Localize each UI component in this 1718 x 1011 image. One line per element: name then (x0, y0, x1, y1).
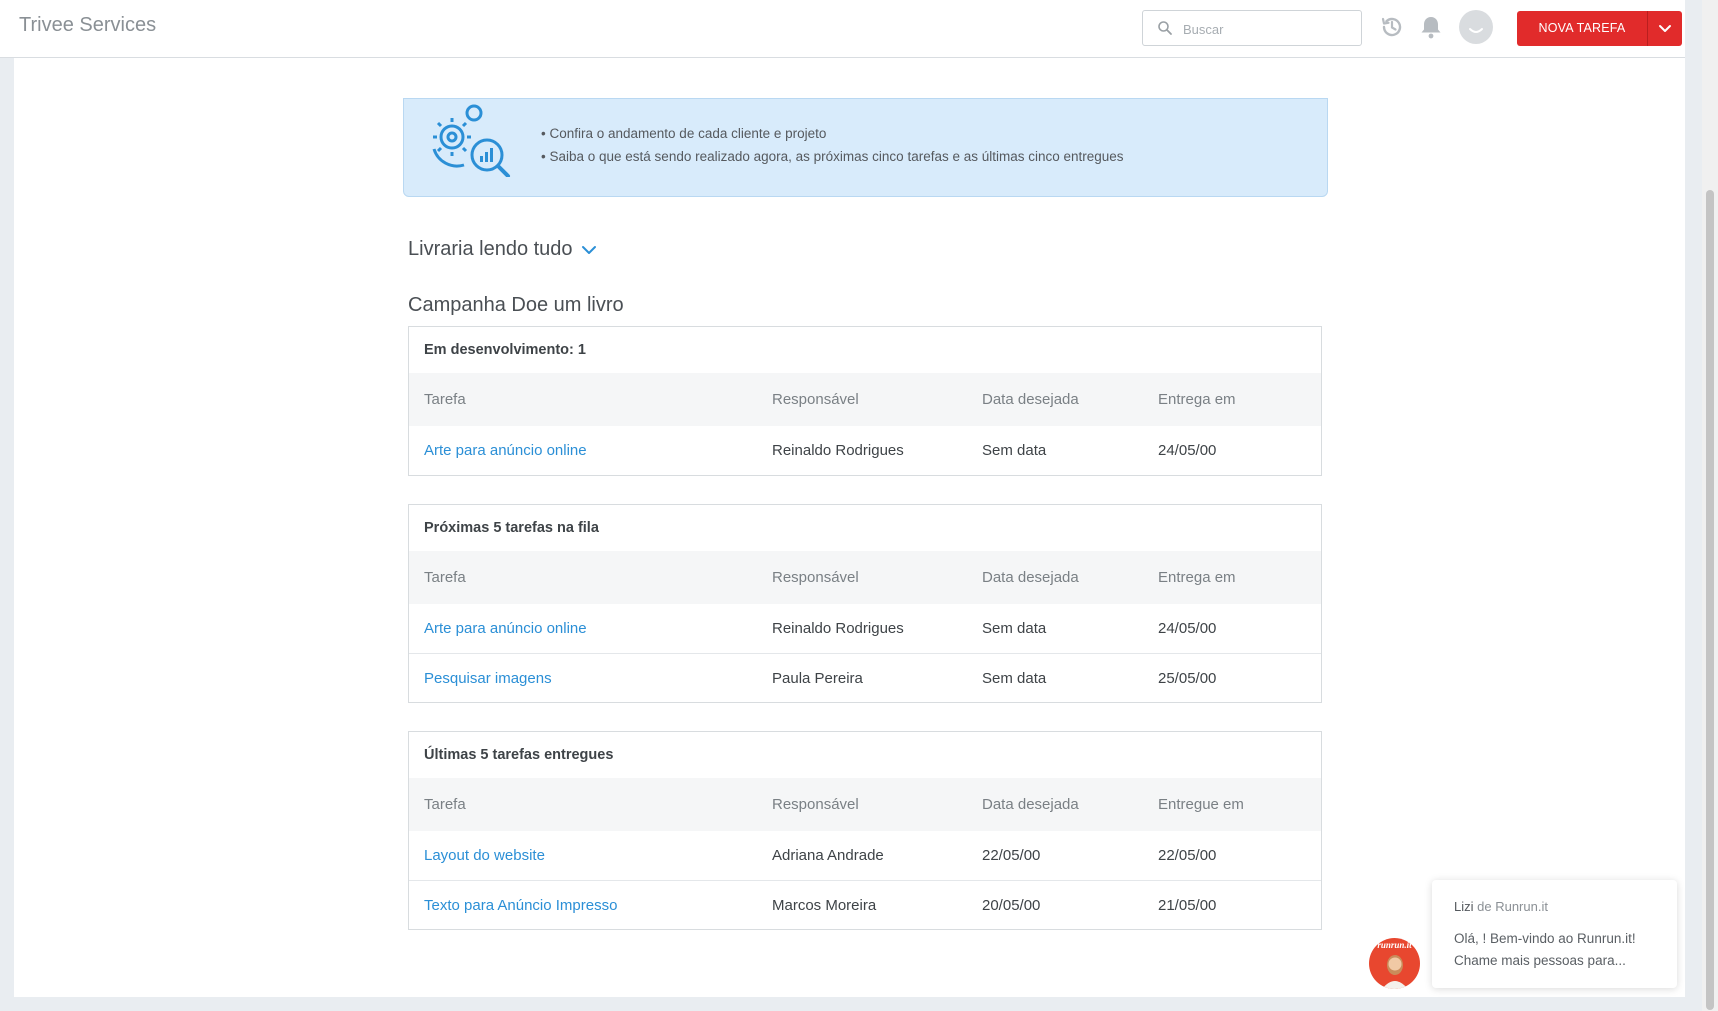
delivered-date: 21/05/00 (1158, 896, 1217, 914)
new-task-dropdown-toggle[interactable] (1648, 11, 1682, 46)
table-row: Arte para anúncio online Reinaldo Rodrig… (409, 426, 1321, 475)
column-header: Data desejada (982, 569, 1079, 586)
column-header: Responsável (772, 391, 859, 408)
chevron-down-icon (581, 245, 596, 254)
column-header: Responsável (772, 796, 859, 813)
gears-analytics-icon (432, 104, 510, 177)
delivery-date: 24/05/00 (1158, 620, 1217, 637)
assignee: Reinaldo Rodrigues (772, 442, 904, 459)
assignee: Marcos Moreira (772, 896, 877, 914)
delivery-date: 24/05/00 (1158, 442, 1217, 459)
chat-sender-line: Lizi de Runrun.it (1454, 899, 1548, 914)
desired-date: Sem data (982, 442, 1047, 459)
bell-icon[interactable] (1417, 13, 1445, 41)
chat-avatar-button[interactable]: runrun.it (1369, 938, 1420, 989)
search-icon (1158, 21, 1172, 35)
table-row: Layout do website Adriana Andrade 22/05/… (409, 831, 1321, 880)
column-header: Tarefa (424, 796, 466, 813)
delivered-date: 22/05/00 (1158, 847, 1217, 864)
history-icon[interactable] (1378, 13, 1406, 41)
user-avatar[interactable] (1459, 10, 1493, 44)
table-row: Texto para Anúncio Impresso Marcos Morei… (409, 880, 1321, 929)
desired-date: Sem data (982, 669, 1047, 687)
top-bar: Trivee Services NOVA TAREFA (0, 0, 1685, 58)
column-header: Data desejada (982, 796, 1079, 813)
task-link[interactable]: Texto para Anúncio Impresso (424, 881, 617, 929)
card-title: Em desenvolvimento: 1 (424, 342, 586, 358)
new-task-button-group: NOVA TAREFA (1517, 11, 1682, 46)
task-link[interactable]: Arte para anúncio online (424, 604, 587, 653)
search-input[interactable] (1183, 19, 1353, 39)
column-header: Entregue em (1158, 796, 1244, 813)
table-header: Tarefa Responsável Data desejada Entregu… (409, 778, 1321, 831)
banner-text-line: • Saiba o que está sendo realizado agora… (541, 149, 1124, 164)
scrollbar-thumb[interactable] (1706, 190, 1714, 1010)
search-box[interactable] (1142, 10, 1362, 46)
assignee: Paula Pereira (772, 669, 863, 687)
chevron-down-icon (1659, 24, 1671, 32)
desired-date: Sem data (982, 620, 1047, 637)
person-avatar-icon (1382, 955, 1408, 989)
app-title: Trivee Services (19, 14, 157, 36)
table-row: Arte para anúncio online Reinaldo Rodrig… (409, 604, 1321, 653)
task-link[interactable]: Layout do website (424, 831, 545, 880)
card-title: Últimas 5 tarefas entregues (424, 747, 614, 763)
chat-message: Olá, ! Bem-vindo ao Runrun.it! Chame mai… (1454, 931, 1636, 968)
chat-sender-suffix: de Runrun.it (1477, 899, 1548, 914)
column-header: Tarefa (424, 391, 466, 408)
next-tasks-card: Próximas 5 tarefas na fila Tarefa Respon… (408, 504, 1322, 703)
column-header: Tarefa (424, 569, 466, 586)
task-link[interactable]: Arte para anúncio online (424, 426, 587, 475)
client-name: Livraria lendo tudo (408, 238, 573, 260)
table-header: Tarefa Responsável Data desejada Entrega… (409, 373, 1321, 426)
desired-date: 20/05/00 (982, 896, 1041, 914)
desired-date: 22/05/00 (982, 847, 1041, 864)
delivery-date: 25/05/00 (1158, 669, 1217, 687)
project-title: Campanha Doe um livro (408, 294, 624, 316)
column-header: Responsável (772, 569, 859, 586)
banner-text-line: • Confira o andamento de cada cliente e … (541, 126, 827, 141)
scrollbar[interactable] (1702, 0, 1718, 1011)
column-header: Entrega em (1158, 569, 1236, 586)
chat-sender: Lizi (1454, 899, 1474, 914)
smile-icon (1469, 28, 1483, 33)
in-progress-card: Em desenvolvimento: 1 Tarefa Responsável… (408, 326, 1322, 476)
client-selector[interactable]: Livraria lendo tudo (408, 238, 597, 261)
assignee: Adriana Andrade (772, 847, 884, 864)
card-title: Próximas 5 tarefas na fila (424, 520, 599, 536)
main-panel: • Confira o andamento de cada cliente e … (14, 58, 1685, 997)
column-header: Data desejada (982, 391, 1079, 408)
table-header: Tarefa Responsável Data desejada Entrega… (409, 551, 1321, 604)
delivered-tasks-card: Últimas 5 tarefas entregues Tarefa Respo… (408, 731, 1322, 930)
new-task-button[interactable]: NOVA TAREFA (1517, 11, 1647, 46)
chat-popup[interactable]: Lizi de Runrun.it Olá, ! Bem-vindo ao Ru… (1432, 880, 1677, 988)
task-link[interactable]: Pesquisar imagens (424, 654, 552, 702)
column-header: Entrega em (1158, 391, 1236, 408)
table-row: Pesquisar imagens Paula Pereira Sem data… (409, 653, 1321, 702)
assignee: Reinaldo Rodrigues (772, 620, 904, 637)
info-banner: • Confira o andamento de cada cliente e … (403, 98, 1328, 197)
